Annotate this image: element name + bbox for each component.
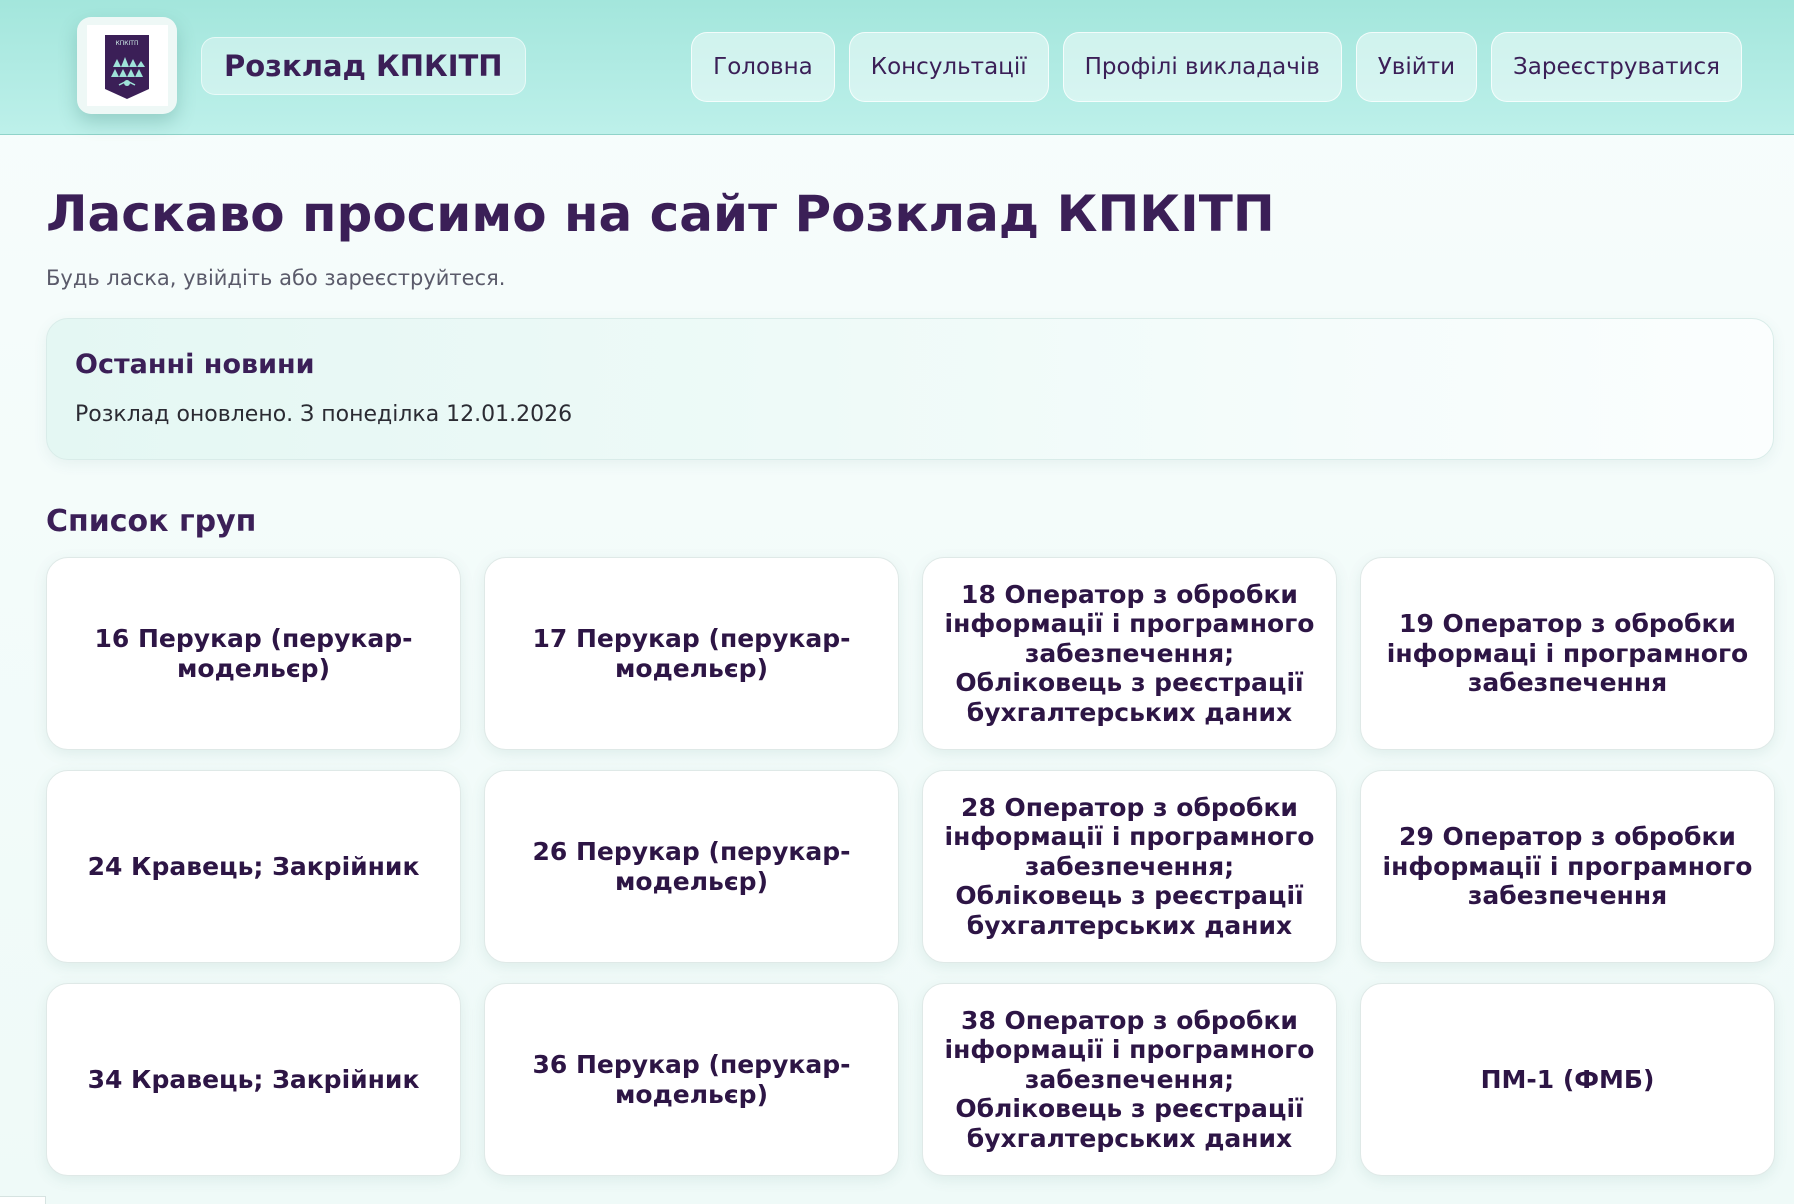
groups-heading: Список груп (46, 504, 257, 539)
group-card[interactable]: 36 Перукар (перукар-модельєр) (484, 983, 899, 1176)
page-edge-fragment (0, 1196, 46, 1204)
news-title: Останні новини (75, 349, 315, 380)
main-nav: Головна Консультації Профілі викладачів … (691, 32, 1742, 102)
page-subtitle: Будь ласка, увійдіть або зареєструйтеся. (46, 266, 506, 290)
group-card[interactable]: 16 Перукар (перукар-модельєр) (46, 557, 461, 750)
group-card[interactable]: 17 Перукар (перукар-модельєр) (484, 557, 899, 750)
group-card[interactable]: 26 Перукар (перукар-модельєр) (484, 770, 899, 963)
main-content: Ласкаво просимо на сайт Розклад КПКІТП Б… (46, 135, 1775, 1176)
news-card: Останні новини Розклад оновлено. З понед… (46, 318, 1774, 460)
site-header: КПКІТП Розклад КПКІТП Головна Консультац… (0, 0, 1794, 135)
nav-home[interactable]: Головна (691, 32, 835, 102)
group-card[interactable]: 19 Оператор з обробки інформаці і програ… (1360, 557, 1775, 750)
group-card[interactable]: 34 Кравець; Закрійник (46, 983, 461, 1176)
group-card[interactable]: 24 Кравець; Закрійник (46, 770, 461, 963)
nav-register[interactable]: Зареєструватися (1491, 32, 1742, 102)
nav-teacher-profiles[interactable]: Профілі викладачів (1062, 32, 1342, 102)
logo-link[interactable]: КПКІТП (77, 17, 177, 114)
logo-frame: КПКІТП (86, 25, 168, 106)
site-brand[interactable]: Розклад КПКІТП (201, 37, 526, 95)
group-card[interactable]: ПМ-1 (ФМБ) (1360, 983, 1775, 1176)
group-card[interactable]: 28 Оператор з обробки інформації і прогр… (922, 770, 1337, 963)
group-card[interactable]: 29 Оператор з обробки інформації і прогр… (1360, 770, 1775, 963)
group-card[interactable]: 18 Оператор з обробки інформації і прогр… (922, 557, 1337, 750)
college-emblem-icon: КПКІТП (105, 34, 149, 99)
svg-text:КПКІТП: КПКІТП (116, 40, 139, 47)
group-card[interactable]: 38 Оператор з обробки інформації і прогр… (922, 983, 1337, 1176)
nav-consultations[interactable]: Консультації (848, 32, 1049, 102)
news-text: Розклад оновлено. З понеділка 12.01.2026 (75, 402, 573, 427)
nav-login[interactable]: Увійти (1355, 32, 1478, 102)
groups-grid: 16 Перукар (перукар-модельєр) 17 Перукар… (46, 557, 1775, 1176)
page-title: Ласкаво просимо на сайт Розклад КПКІТП (46, 185, 1275, 243)
